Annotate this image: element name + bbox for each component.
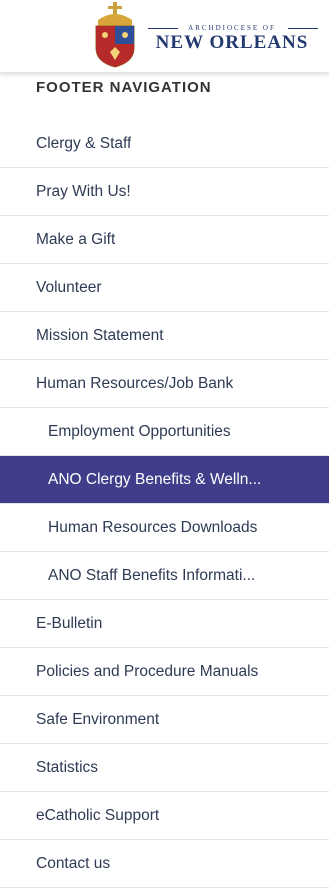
nav-item-label: Human Resources/Job Bank — [36, 374, 234, 392]
logo-title: NEW ORLEANS — [155, 32, 309, 53]
nav-item-label: ANO Staff Benefits Informati... — [48, 566, 256, 584]
archdiocese-logo[interactable]: ARCHDIOCESE OF NEW ORLEANS — [88, 2, 320, 68]
footer-navigation-list: Clergy & Staff Pray With Us! Make a Gift… — [0, 120, 329, 888]
site-header: ARCHDIOCESE OF NEW ORLEANS — [0, 0, 329, 73]
nav-subitem-clergy-benefits[interactable]: ANO Clergy Benefits & Welln... — [0, 456, 329, 504]
nav-item-policies-manuals[interactable]: Policies and Procedure Manuals — [0, 648, 329, 696]
nav-item-contact-us[interactable]: Contact us — [0, 840, 329, 888]
crest-icon — [95, 2, 135, 68]
nav-item-label: Clergy & Staff — [36, 134, 132, 152]
nav-item-make-a-gift[interactable]: Make a Gift — [0, 216, 329, 264]
nav-item-mission-statement[interactable]: Mission Statement — [0, 312, 329, 360]
nav-item-clergy-staff[interactable]: Clergy & Staff — [0, 120, 329, 168]
nav-item-label: E-Bulletin — [36, 614, 103, 632]
nav-item-label: Safe Environment — [36, 710, 160, 728]
nav-subitem-employment-opportunities[interactable]: Employment Opportunities — [0, 408, 329, 456]
nav-item-label: Employment Opportunities — [48, 422, 231, 440]
footer-navigation-heading: FOOTER NAVIGATION — [36, 79, 212, 96]
nav-item-label: Statistics — [36, 758, 99, 776]
nav-item-pray-with-us[interactable]: Pray With Us! — [0, 168, 329, 216]
nav-item-label: Mission Statement — [36, 326, 164, 344]
nav-item-label: ANO Clergy Benefits & Welln... — [48, 470, 262, 488]
nav-item-label: Contact us — [36, 854, 111, 872]
nav-item-label: Make a Gift — [36, 230, 116, 248]
nav-item-label: Human Resources Downloads — [48, 518, 258, 536]
nav-item-ecatholic-support[interactable]: eCatholic Support — [0, 792, 329, 840]
nav-item-label: Pray With Us! — [36, 182, 131, 200]
nav-item-volunteer[interactable]: Volunteer — [0, 264, 329, 312]
logo-subtitle: ARCHDIOCESE OF — [188, 24, 276, 32]
nav-item-e-bulletin[interactable]: E-Bulletin — [0, 600, 329, 648]
nav-subitem-hr-downloads[interactable]: Human Resources Downloads — [0, 504, 329, 552]
nav-subitem-staff-benefits[interactable]: ANO Staff Benefits Informati... — [0, 552, 329, 600]
nav-item-safe-environment[interactable]: Safe Environment — [0, 696, 329, 744]
nav-item-label: Policies and Procedure Manuals — [36, 662, 259, 680]
nav-item-label: eCatholic Support — [36, 806, 160, 824]
nav-item-human-resources[interactable]: Human Resources/Job Bank — [0, 360, 329, 408]
nav-item-statistics[interactable]: Statistics — [0, 744, 329, 792]
nav-item-label: Volunteer — [36, 278, 102, 296]
